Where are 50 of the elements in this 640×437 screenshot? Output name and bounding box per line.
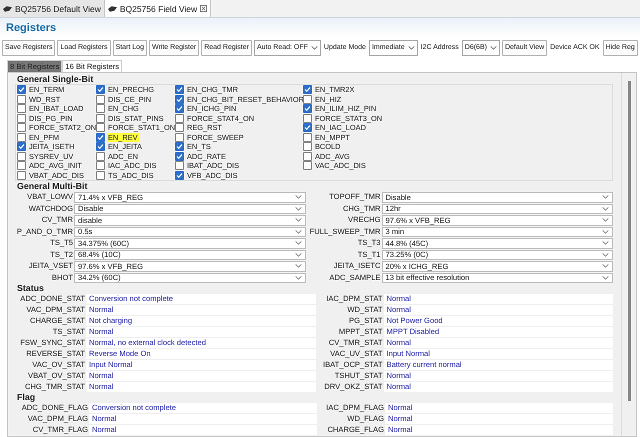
editor-tab[interactable]: BQ25756 Default View xyxy=(0,0,105,17)
caret-icon xyxy=(408,46,415,50)
checkbox[interactable] xyxy=(96,161,105,170)
checkbox[interactable] xyxy=(17,142,26,152)
checkbox[interactable] xyxy=(17,161,26,170)
checkbox[interactable] xyxy=(17,94,26,104)
checkbox[interactable] xyxy=(303,142,312,152)
checkbox[interactable] xyxy=(96,104,105,114)
checkbox[interactable] xyxy=(175,94,184,104)
checkbox[interactable] xyxy=(175,114,184,123)
checkbox[interactable] xyxy=(17,132,26,142)
checkbox[interactable] xyxy=(175,104,184,114)
checkbox[interactable] xyxy=(303,114,312,123)
editor-tab[interactable]: BQ25756 Field View xyxy=(104,0,212,17)
checkbox[interactable] xyxy=(175,132,184,142)
checkbox[interactable] xyxy=(175,85,184,94)
checkbox[interactable] xyxy=(17,152,26,161)
checkbox[interactable] xyxy=(17,85,26,94)
caret-icon xyxy=(310,46,318,50)
checkbox[interactable] xyxy=(96,123,105,132)
checkbox[interactable] xyxy=(96,132,105,142)
checkbox[interactable] xyxy=(96,170,105,180)
checkbox[interactable] xyxy=(96,152,105,161)
checkbox[interactable] xyxy=(303,161,312,170)
checkbox[interactable] xyxy=(303,104,312,114)
group-title: General Single-Bit xyxy=(16,74,94,84)
checkbox[interactable] xyxy=(17,114,26,123)
group-title: General Multi-Bit xyxy=(16,181,88,191)
group-title: Status xyxy=(16,283,45,293)
checkbox[interactable] xyxy=(17,170,26,180)
checkbox[interactable] xyxy=(17,123,26,132)
checkbox[interactable] xyxy=(175,123,184,132)
caret-icon xyxy=(490,46,497,50)
checkbox[interactable] xyxy=(303,94,312,104)
checkbox[interactable] xyxy=(175,170,184,180)
panel-title: Registers xyxy=(6,22,56,34)
checkbox[interactable] xyxy=(175,142,184,152)
checkbox[interactable] xyxy=(303,123,312,132)
checkbox[interactable] xyxy=(96,114,105,123)
checkbox[interactable] xyxy=(175,161,184,170)
checkbox[interactable] xyxy=(17,104,26,114)
checkbox[interactable] xyxy=(96,142,105,152)
close-icon[interactable] xyxy=(200,5,208,12)
checkbox[interactable] xyxy=(303,85,312,94)
group-title: Flag xyxy=(16,392,36,402)
checkbox[interactable] xyxy=(303,132,312,142)
checkbox[interactable] xyxy=(175,152,184,161)
checkbox[interactable] xyxy=(96,85,105,94)
checkbox[interactable] xyxy=(303,152,312,161)
checkbox[interactable] xyxy=(96,94,105,104)
